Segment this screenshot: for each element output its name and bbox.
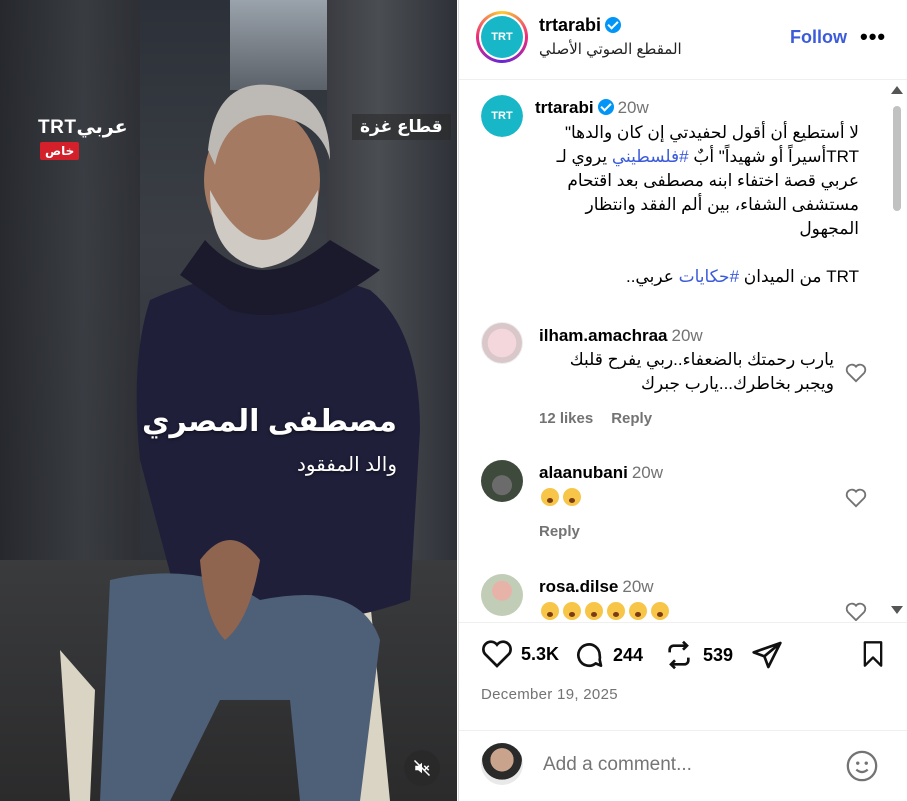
- hashtag-link[interactable]: #فلسطيني: [612, 147, 689, 166]
- pleading-face-icon: [541, 488, 559, 506]
- comment-username[interactable]: alaanubani 20w: [539, 463, 663, 483]
- scrollbar-thumb[interactable]: [893, 106, 901, 211]
- comment-like-heart-icon[interactable]: [845, 363, 867, 383]
- reply-button[interactable]: Reply: [539, 523, 580, 540]
- send-paper-plane-icon: [752, 641, 782, 669]
- comment-like-heart-icon[interactable]: [845, 602, 867, 621]
- post-media[interactable]: TRTعربي خاص قطاع غزة مصطفى المصري والد ا…: [0, 0, 457, 801]
- more-options-icon[interactable]: •••: [860, 24, 886, 50]
- hashtag-link[interactable]: #حكايات: [679, 267, 739, 286]
- verified-badge-icon: [597, 99, 614, 115]
- comment-emojis: [541, 602, 673, 621]
- post-author-username[interactable]: trtarabi 20w: [535, 98, 649, 118]
- like-button[interactable]: 5.3K: [481, 639, 559, 669]
- follow-button[interactable]: Follow: [790, 27, 847, 48]
- comment-button[interactable]: 244: [573, 639, 643, 671]
- comment-username[interactable]: rosa.dilse 20w: [539, 577, 654, 597]
- reply-button[interactable]: Reply: [611, 410, 652, 427]
- pleading-face-icon: [629, 602, 647, 620]
- comments-scroll-area[interactable]: TRT trtarabi 20w لا أستطيع أن أقول لحفيدت…: [459, 81, 907, 621]
- scroll-down-arrow-icon[interactable]: [891, 606, 903, 614]
- author-avatar[interactable]: TRT: [476, 11, 528, 63]
- share-button[interactable]: [751, 639, 791, 671]
- comment-likes-count[interactable]: 12 likes: [539, 410, 593, 427]
- repost-icon: [668, 640, 690, 670]
- mute-button[interactable]: [404, 750, 440, 786]
- comment-username[interactable]: ilham.amachraa 20w: [539, 326, 703, 346]
- comment-like-heart-icon[interactable]: [845, 488, 867, 508]
- emoji-picker-icon[interactable]: [845, 749, 879, 783]
- repost-button[interactable]: 539: [663, 639, 733, 671]
- pleading-face-icon: [585, 602, 603, 620]
- post-date[interactable]: December 19, 2025: [481, 686, 618, 703]
- likes-count[interactable]: 5.3K: [521, 644, 559, 665]
- comment-meta: Reply: [539, 523, 598, 540]
- original-audio-link[interactable]: المقطع الصوتي الأصلي: [539, 40, 682, 58]
- pleading-face-icon: [563, 488, 581, 506]
- pleading-face-icon: [607, 602, 625, 620]
- location-tag: قطاع غزة: [352, 114, 451, 140]
- scroll-up-arrow-icon[interactable]: [891, 86, 903, 94]
- speaker-muted-icon: [413, 759, 431, 777]
- author-username[interactable]: trtarabi: [539, 15, 622, 36]
- current-user-avatar: [481, 743, 523, 785]
- post-caption: لا أستطيع أن أقول لحفيدتي إن كان والدها"…: [556, 123, 859, 286]
- bookmark-icon: [863, 641, 883, 667]
- exclusive-badge: خاص: [40, 142, 80, 160]
- commenter-avatar[interactable]: [481, 322, 523, 364]
- comment-emojis: [541, 488, 585, 508]
- commenter-avatar[interactable]: [481, 460, 523, 502]
- pleading-face-icon: [651, 602, 669, 620]
- commenter-avatar[interactable]: [481, 574, 523, 616]
- post-header: TRT trtarabi المقطع الصوتي الأصلي Follow…: [459, 0, 907, 80]
- comments-scrollbar[interactable]: [890, 84, 904, 618]
- comments-count[interactable]: 244: [613, 645, 643, 666]
- add-comment-input[interactable]: [541, 753, 841, 777]
- add-comment-bar: [459, 730, 907, 801]
- heart-icon: [482, 640, 512, 668]
- video-caption-role: والد المفقود: [296, 454, 397, 476]
- pleading-face-icon: [563, 602, 581, 620]
- pleading-face-icon: [541, 602, 559, 620]
- brand-logo: TRTعربي: [38, 117, 128, 138]
- verified-badge-icon: [605, 17, 622, 33]
- post-actions: 5.3K 244 539 December 19, 2025: [459, 622, 907, 742]
- post-author-avatar[interactable]: TRT: [481, 95, 523, 137]
- save-button[interactable]: [859, 639, 895, 669]
- video-caption-name: مصطفى المصري: [141, 405, 397, 438]
- comment-bubble-icon: [577, 643, 603, 668]
- comment-text: يارب رحمتك بالضعفاء..ربي يفرح قلبك ويجبر…: [569, 350, 834, 393]
- post-details-panel: TRT trtarabi المقطع الصوتي الأصلي Follow…: [458, 0, 907, 801]
- reposts-count[interactable]: 539: [703, 645, 733, 666]
- comment-meta: 12 likes Reply: [539, 410, 670, 427]
